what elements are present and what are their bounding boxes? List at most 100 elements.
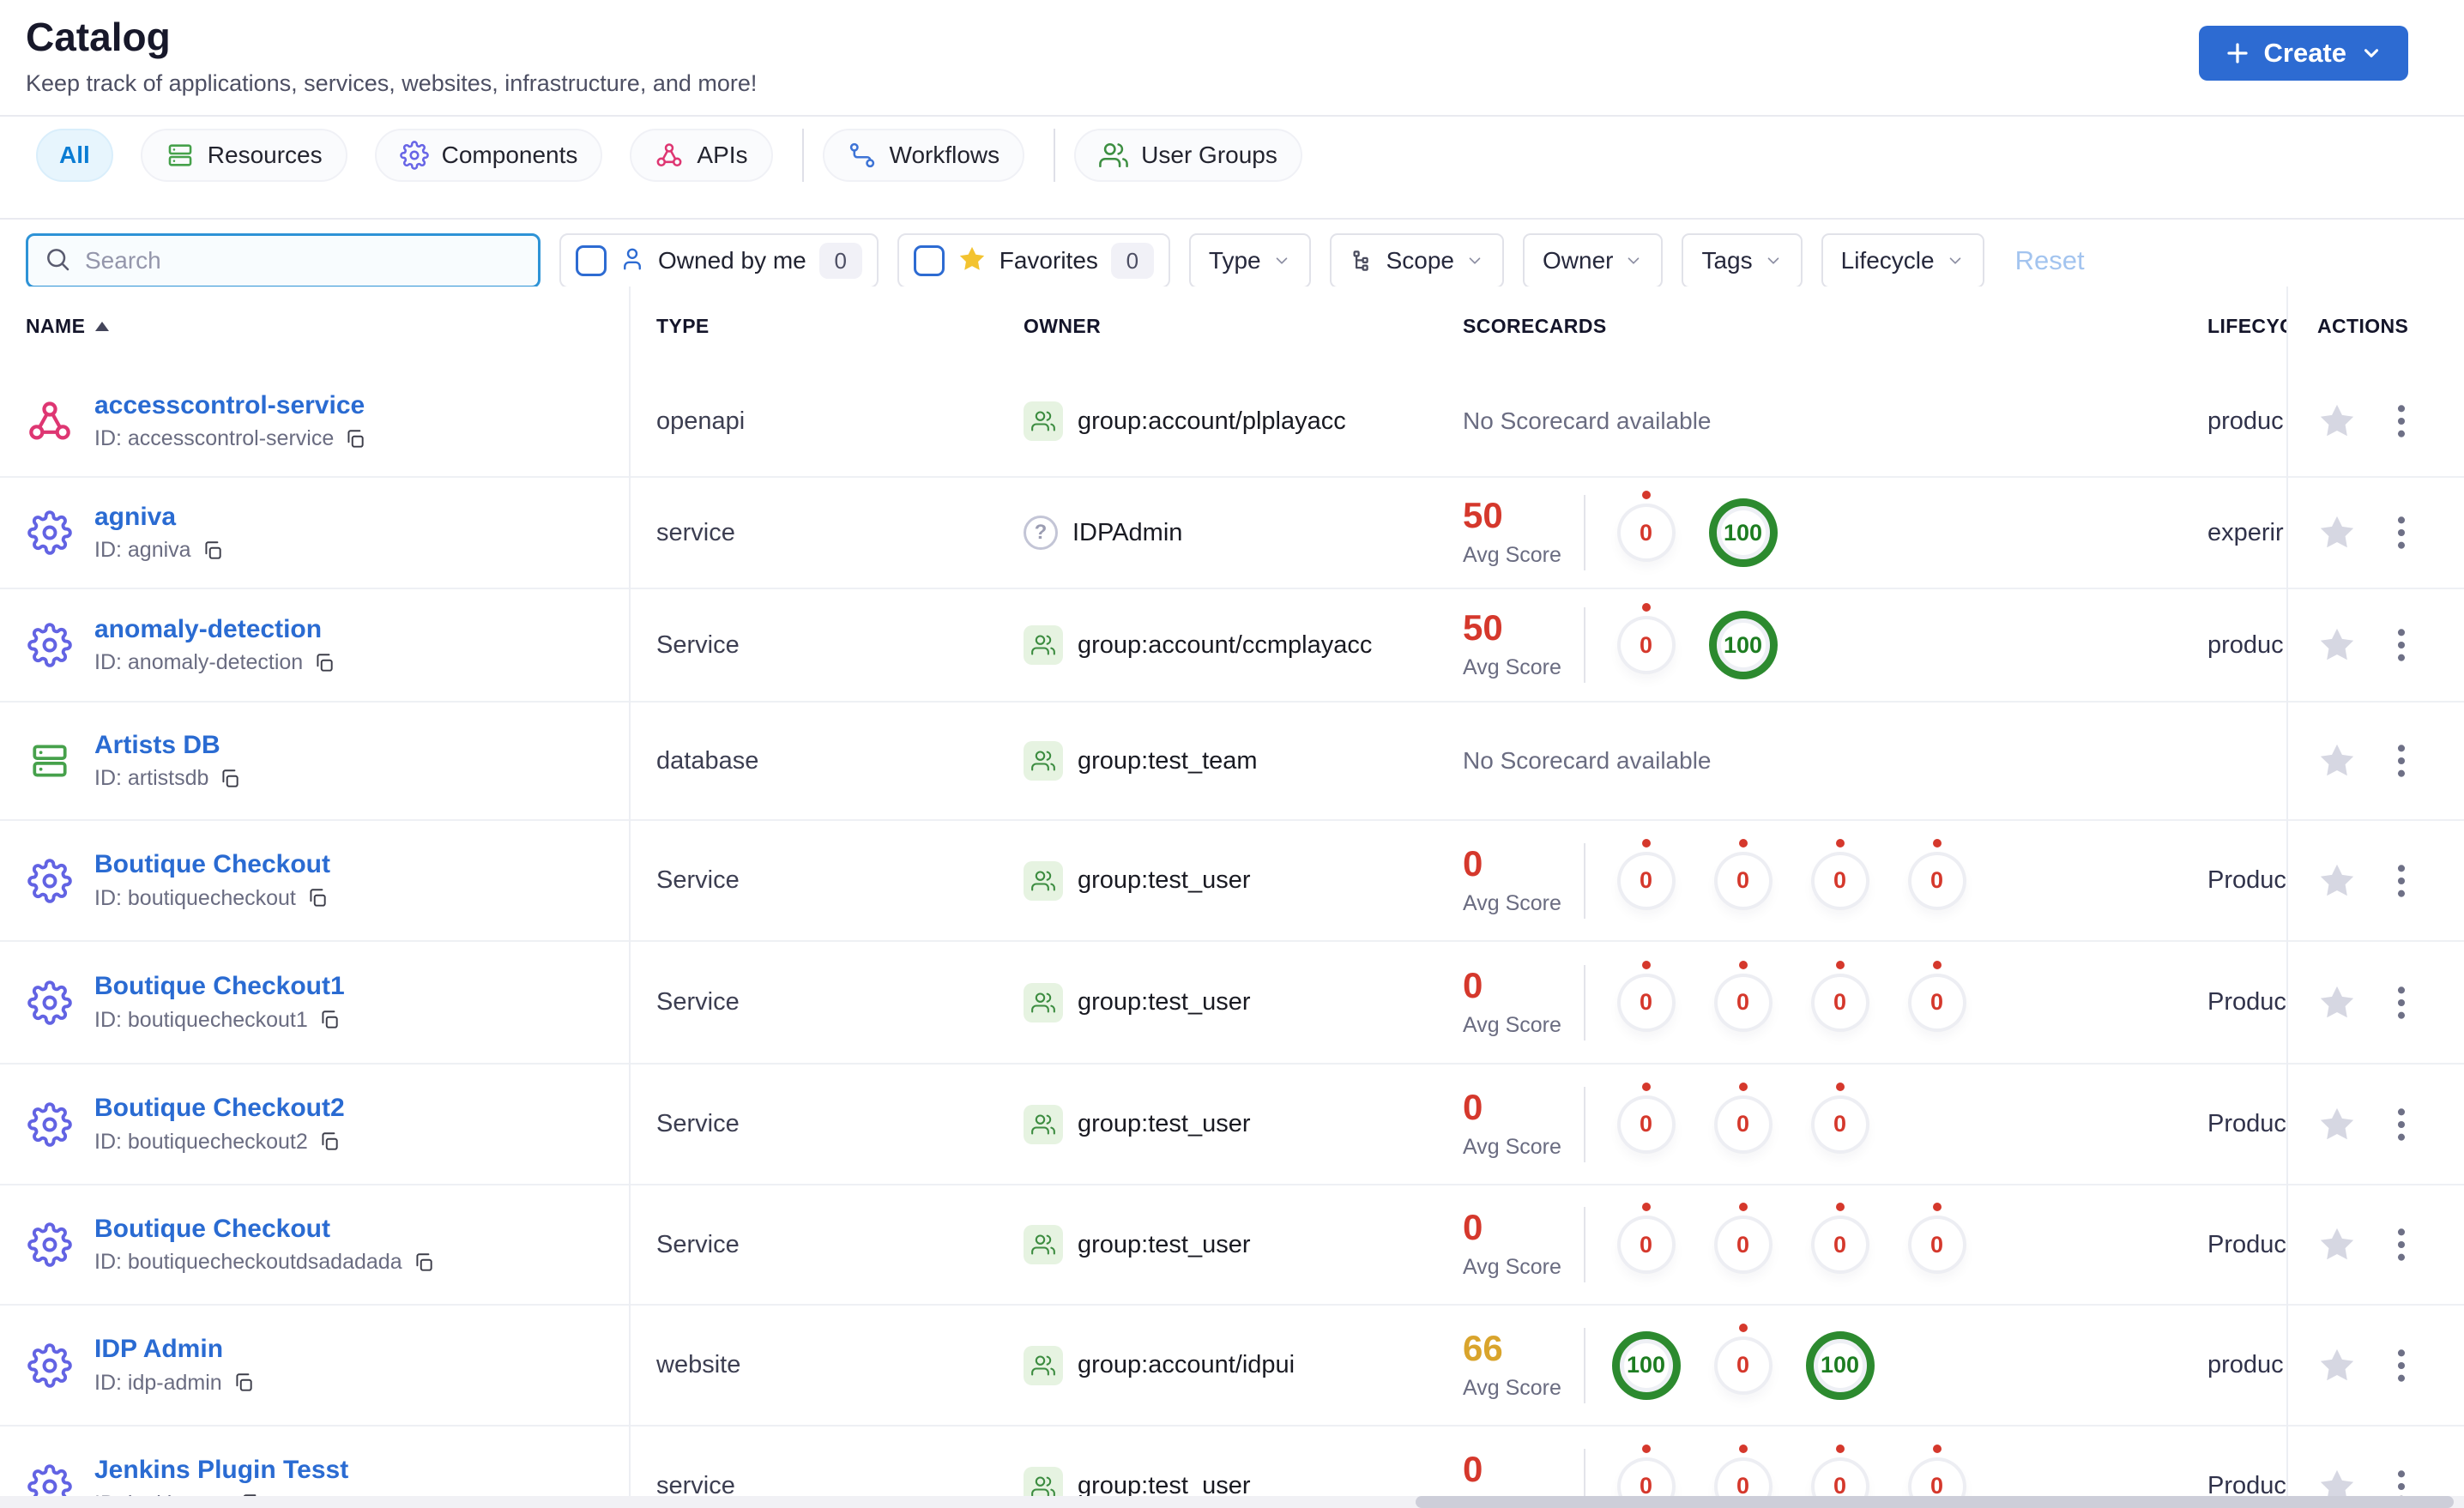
scorecard-badge[interactable]: 0 xyxy=(1814,1082,1866,1150)
scorecard-badge[interactable]: 0 xyxy=(1717,1323,1769,1391)
scorecard-badge[interactable]: 0 xyxy=(1911,1203,1963,1270)
scope-filter-dropdown[interactable]: Scope xyxy=(1329,233,1505,288)
copy-id-button[interactable] xyxy=(313,652,335,674)
entity-name-link[interactable]: anomaly-detection xyxy=(94,615,335,645)
lifecycle-value: Produc xyxy=(2207,866,2286,894)
tab-components[interactable]: Components xyxy=(374,129,603,182)
create-button[interactable]: Create xyxy=(2198,26,2408,81)
scorecard-badge[interactable]: 100 xyxy=(1708,611,1778,679)
entity-name-link[interactable]: Boutique Checkout xyxy=(94,850,330,880)
scorecards-cell: 0 Avg Score 0000 xyxy=(1435,942,2182,1063)
scorecard-badge[interactable]: 0 xyxy=(1717,838,1769,907)
copy-id-button[interactable] xyxy=(344,428,366,450)
scorecard-badge[interactable]: 0 xyxy=(1717,960,1769,1028)
tab-user-groups[interactable]: User Groups xyxy=(1074,129,1302,182)
scorecard-badge[interactable]: 0 xyxy=(1620,603,1672,671)
favorites-checkbox[interactable] xyxy=(913,245,945,276)
tab-resources[interactable]: Resources xyxy=(140,129,347,182)
tags-filter-dropdown[interactable]: Tags xyxy=(1682,233,1803,288)
entity-name-link[interactable]: accesscontrol-service xyxy=(94,391,366,421)
row-menu-button[interactable] xyxy=(2382,1226,2420,1264)
entity-name-link[interactable]: Artists DB xyxy=(94,731,241,761)
favorite-star-button[interactable] xyxy=(2317,861,2357,901)
owned-by-me-checkbox[interactable] xyxy=(576,245,607,276)
scorecard-badge[interactable]: 0 xyxy=(1717,1082,1769,1150)
row-menu-button[interactable] xyxy=(2382,514,2420,552)
entity-name-link[interactable]: Boutique Checkout xyxy=(94,1215,435,1245)
copy-id-button[interactable] xyxy=(318,1131,341,1153)
entity-name-link[interactable]: Jenkins Plugin Tesst xyxy=(94,1456,348,1486)
favorite-star-button[interactable] xyxy=(2317,513,2357,552)
create-button-label: Create xyxy=(2263,38,2347,68)
row-menu-button[interactable] xyxy=(2382,742,2420,780)
no-scorecard-text: No Scorecard available xyxy=(1463,407,1712,434)
copy-id-button[interactable] xyxy=(413,1252,435,1274)
person-icon xyxy=(619,246,645,276)
search-input[interactable] xyxy=(83,246,522,275)
copy-id-button[interactable] xyxy=(318,1009,341,1031)
entity-id: ID: boutiquecheckout2 xyxy=(94,1129,308,1154)
actions-cell xyxy=(2286,821,2464,940)
owner-label: group:test_user xyxy=(1078,1110,1251,1137)
favorite-star-button[interactable] xyxy=(2317,1346,2357,1385)
entity-name-link[interactable]: agniva xyxy=(94,503,224,533)
favorite-star-button[interactable] xyxy=(2317,983,2357,1022)
tab-workflows[interactable]: Workflows xyxy=(822,129,1025,182)
favorite-star-button[interactable] xyxy=(2317,741,2357,781)
entity-id: ID: idp-admin xyxy=(94,1370,222,1395)
lifecycle-value: produc xyxy=(2207,1351,2284,1378)
chevron-down-icon xyxy=(1272,251,1291,270)
service-entity-icon xyxy=(26,623,74,667)
row-menu-button[interactable] xyxy=(2382,862,2420,900)
scorecard-badge[interactable]: 0 xyxy=(1911,838,1963,907)
favorite-star-button[interactable] xyxy=(2317,1105,2357,1144)
scorecard-badge[interactable]: 0 xyxy=(1620,960,1672,1028)
scorecard-badge[interactable]: 0 xyxy=(1911,960,1963,1028)
scorecards-cell: No Scorecard available xyxy=(1435,366,2182,476)
horizontal-scrollbar-thumb[interactable] xyxy=(1416,1496,2454,1508)
scorecard-badge[interactable]: 0 xyxy=(1620,1082,1672,1150)
lifecycle-filter-dropdown[interactable]: Lifecycle xyxy=(1821,233,1984,288)
favorites-filter[interactable]: Favorites 0 xyxy=(897,233,1170,288)
favorite-star-button[interactable] xyxy=(2317,625,2357,665)
entity-name-link[interactable]: Boutique Checkout2 xyxy=(94,1094,345,1124)
owned-by-me-filter[interactable]: Owned by me 0 xyxy=(559,233,879,288)
type-filter-dropdown[interactable]: Type xyxy=(1188,233,1311,288)
service-entity-icon xyxy=(26,1222,74,1267)
row-menu-button[interactable] xyxy=(2382,984,2420,1022)
search-box[interactable] xyxy=(26,233,541,288)
scorecard-badge[interactable]: 0 xyxy=(1814,1203,1866,1270)
scorecard-badge[interactable]: 0 xyxy=(1814,838,1866,907)
owner-filter-dropdown[interactable]: Owner xyxy=(1523,233,1664,288)
scorecard-badge[interactable]: 0 xyxy=(1717,1203,1769,1270)
row-menu-button[interactable] xyxy=(2382,402,2420,440)
row-menu-button[interactable] xyxy=(2382,1106,2420,1143)
copy-id-button[interactable] xyxy=(306,887,329,909)
entity-name-link[interactable]: IDP Admin xyxy=(94,1335,255,1365)
favorite-star-button[interactable] xyxy=(2317,401,2357,441)
copy-id-button[interactable] xyxy=(219,768,241,790)
scorecards-cell: No Scorecard available xyxy=(1435,703,2182,819)
favorite-star-button[interactable] xyxy=(2317,1225,2357,1264)
copy-id-button[interactable] xyxy=(202,540,224,562)
row-menu-button[interactable] xyxy=(2382,626,2420,664)
avg-score-label: Avg Score xyxy=(1463,543,1561,567)
entity-name-link[interactable]: Boutique Checkout1 xyxy=(94,972,345,1002)
column-header-name[interactable]: NAME xyxy=(0,315,629,338)
scorecard-badge[interactable]: 100 xyxy=(1805,1330,1875,1400)
scorecard-badge[interactable]: 100 xyxy=(1611,1330,1681,1400)
row-menu-button[interactable] xyxy=(2382,1347,2420,1384)
tab-all[interactable]: All xyxy=(36,129,113,182)
scorecard-badge[interactable]: 0 xyxy=(1814,960,1866,1028)
scorecard-badge[interactable]: 0 xyxy=(1620,491,1672,558)
tab-apis[interactable]: APIs xyxy=(630,129,773,182)
reset-filters-button[interactable]: Reset xyxy=(2015,245,2085,276)
avg-score-label: Avg Score xyxy=(1463,655,1561,679)
filter-dropdowns: Type Scope Owner Tags Lifecycle xyxy=(1170,233,1984,288)
avg-score-label: Avg Score xyxy=(1463,1012,1561,1037)
scorecard-badge[interactable]: 100 xyxy=(1708,498,1778,567)
avg-score-value: 50 xyxy=(1463,495,1503,535)
copy-id-button[interactable] xyxy=(233,1372,255,1394)
scorecard-badge[interactable]: 0 xyxy=(1620,838,1672,907)
scorecard-badge[interactable]: 0 xyxy=(1620,1203,1672,1270)
